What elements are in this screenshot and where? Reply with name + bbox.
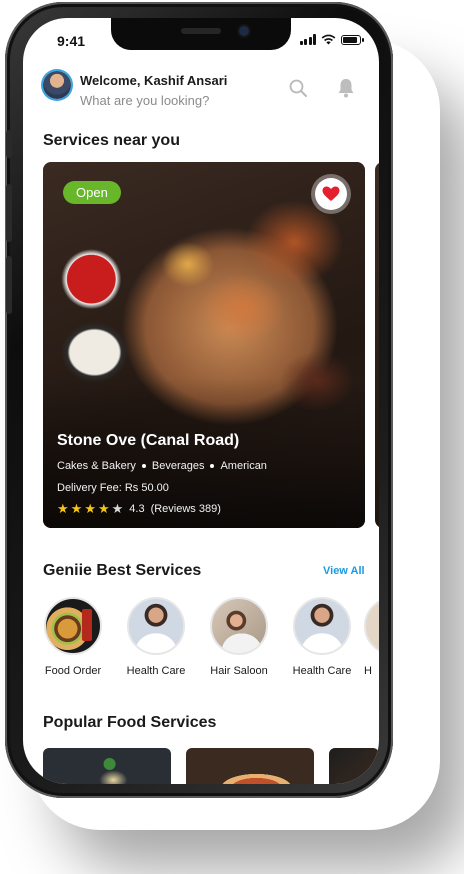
service-label: Food Order (44, 665, 102, 677)
service-label: H (364, 665, 372, 677)
search-icon[interactable] (289, 79, 307, 97)
welcome-text: Welcome, Kashif Ansari (80, 73, 228, 88)
status-badge: Open (63, 181, 121, 204)
rating-value: 4.3 (129, 502, 145, 515)
app-screen: 9:41 Welcome, Kashif Ansari What are you… (23, 18, 379, 784)
service-partial[interactable]: H (364, 597, 379, 677)
restaurant-name: Stone Ove (Canal Road) (57, 432, 240, 449)
doctor-image (127, 597, 185, 655)
star-icon: ★ (97, 501, 110, 516)
volume-up-button (6, 184, 12, 242)
service-hair-saloon[interactable]: Hair Saloon (198, 597, 280, 677)
food-card[interactable] (329, 748, 379, 784)
delivery-fee: Delivery Fee: Rs 50.00 (57, 482, 169, 494)
service-health-care-2[interactable]: Health Care (281, 597, 363, 677)
view-all-link[interactable]: View All (323, 565, 365, 577)
front-camera (239, 26, 249, 36)
status-icons (299, 34, 364, 45)
battery-icon (341, 34, 364, 45)
mute-switch (6, 130, 12, 158)
category-label: Beverages (151, 460, 205, 472)
review-count: (Reviews 389) (150, 502, 221, 515)
delivery-fee-value: Rs 50.00 (124, 482, 169, 494)
bell-icon[interactable] (337, 78, 355, 98)
featured-restaurant-card[interactable]: Open Stone Ove (Canal Road) Cakes & Bake… (43, 162, 365, 528)
rating: ★ ★ ★ ★ ★ 4.3 (Reviews 389) (57, 502, 221, 515)
avatar[interactable] (43, 71, 71, 99)
next-restaurant-card[interactable] (375, 162, 379, 528)
cellular-signal-icon (299, 34, 316, 45)
service-image (364, 597, 379, 655)
star-icon: ★ (70, 501, 83, 516)
notch (111, 18, 291, 50)
star-icon: ★ (57, 501, 69, 516)
best-services-title: Geniie Best Services (43, 562, 202, 579)
wifi-icon (321, 34, 336, 45)
status-time: 9:41 (57, 33, 86, 49)
burger-image (44, 597, 102, 655)
food-card[interactable] (186, 748, 314, 784)
volume-down-button (6, 256, 12, 314)
star-empty-icon: ★ (111, 501, 124, 516)
star-icon: ★ (84, 501, 96, 516)
separator-dot (210, 464, 215, 468)
popular-food-title: Popular Food Services (43, 714, 217, 731)
food-card[interactable] (43, 748, 171, 784)
speaker (181, 28, 221, 34)
service-label: Health Care (126, 665, 186, 677)
category-label: Cakes & Bakery (57, 460, 136, 472)
service-health-care[interactable]: Health Care (115, 597, 197, 677)
heart-icon (322, 186, 340, 201)
service-label: Hair Saloon (210, 665, 268, 677)
service-food-order[interactable]: Food Order (32, 597, 114, 677)
service-label: Health Care (292, 665, 352, 677)
doctor-image (293, 597, 351, 655)
restaurant-categories: Cakes & Bakery Beverages American (57, 460, 267, 472)
services-near-title: Services near you (43, 132, 180, 149)
delivery-fee-label: Delivery Fee: (57, 482, 122, 494)
search-prompt[interactable]: What are you looking? (80, 93, 209, 108)
favorite-button[interactable] (315, 178, 347, 210)
phone-frame: 9:41 Welcome, Kashif Ansari What are you… (5, 2, 393, 798)
separator-dot (141, 464, 146, 468)
salon-image (210, 597, 268, 655)
category-label: American (220, 460, 267, 472)
